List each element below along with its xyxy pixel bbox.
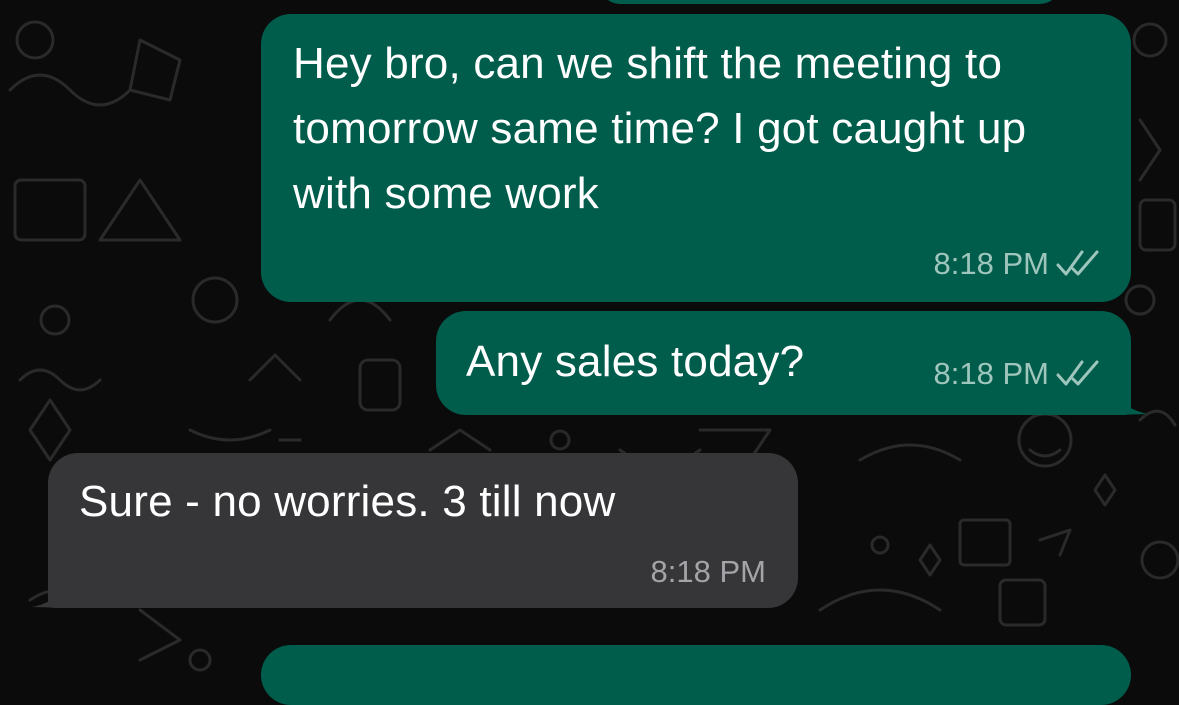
previous-message-bubble[interactable] bbox=[600, 0, 1060, 4]
incoming-bubble-tail bbox=[32, 571, 70, 608]
outgoing-message-bubble[interactable]: Hey bro, can we shift the meeting to tom… bbox=[261, 14, 1131, 302]
message-meta: 8:18 PM bbox=[934, 246, 1101, 282]
message-time: 8:18 PM bbox=[933, 356, 1049, 391]
incoming-message-bubble[interactable]: Sure - no worries. 3 till now 8:18 PM bbox=[48, 453, 798, 608]
message-meta: 8:18 PM bbox=[651, 554, 766, 590]
message-meta: 8:18 PM bbox=[934, 356, 1101, 392]
double-check-icon bbox=[1056, 250, 1099, 276]
outgoing-message-bubble[interactable]: Any sales today? 8:18 PM bbox=[436, 311, 1131, 415]
message-text: Any sales today? bbox=[466, 337, 805, 386]
double-check-icon bbox=[1056, 360, 1099, 386]
outgoing-bubble-tail bbox=[1110, 378, 1148, 415]
message-text: Hey bro, can we shift the meeting to tom… bbox=[293, 39, 1027, 218]
message-text: Sure - no worries. 3 till now bbox=[79, 477, 616, 526]
message-time: 8:18 PM bbox=[650, 554, 766, 589]
message-time: 8:18 PM bbox=[933, 246, 1049, 281]
next-message-bubble[interactable] bbox=[261, 645, 1131, 705]
